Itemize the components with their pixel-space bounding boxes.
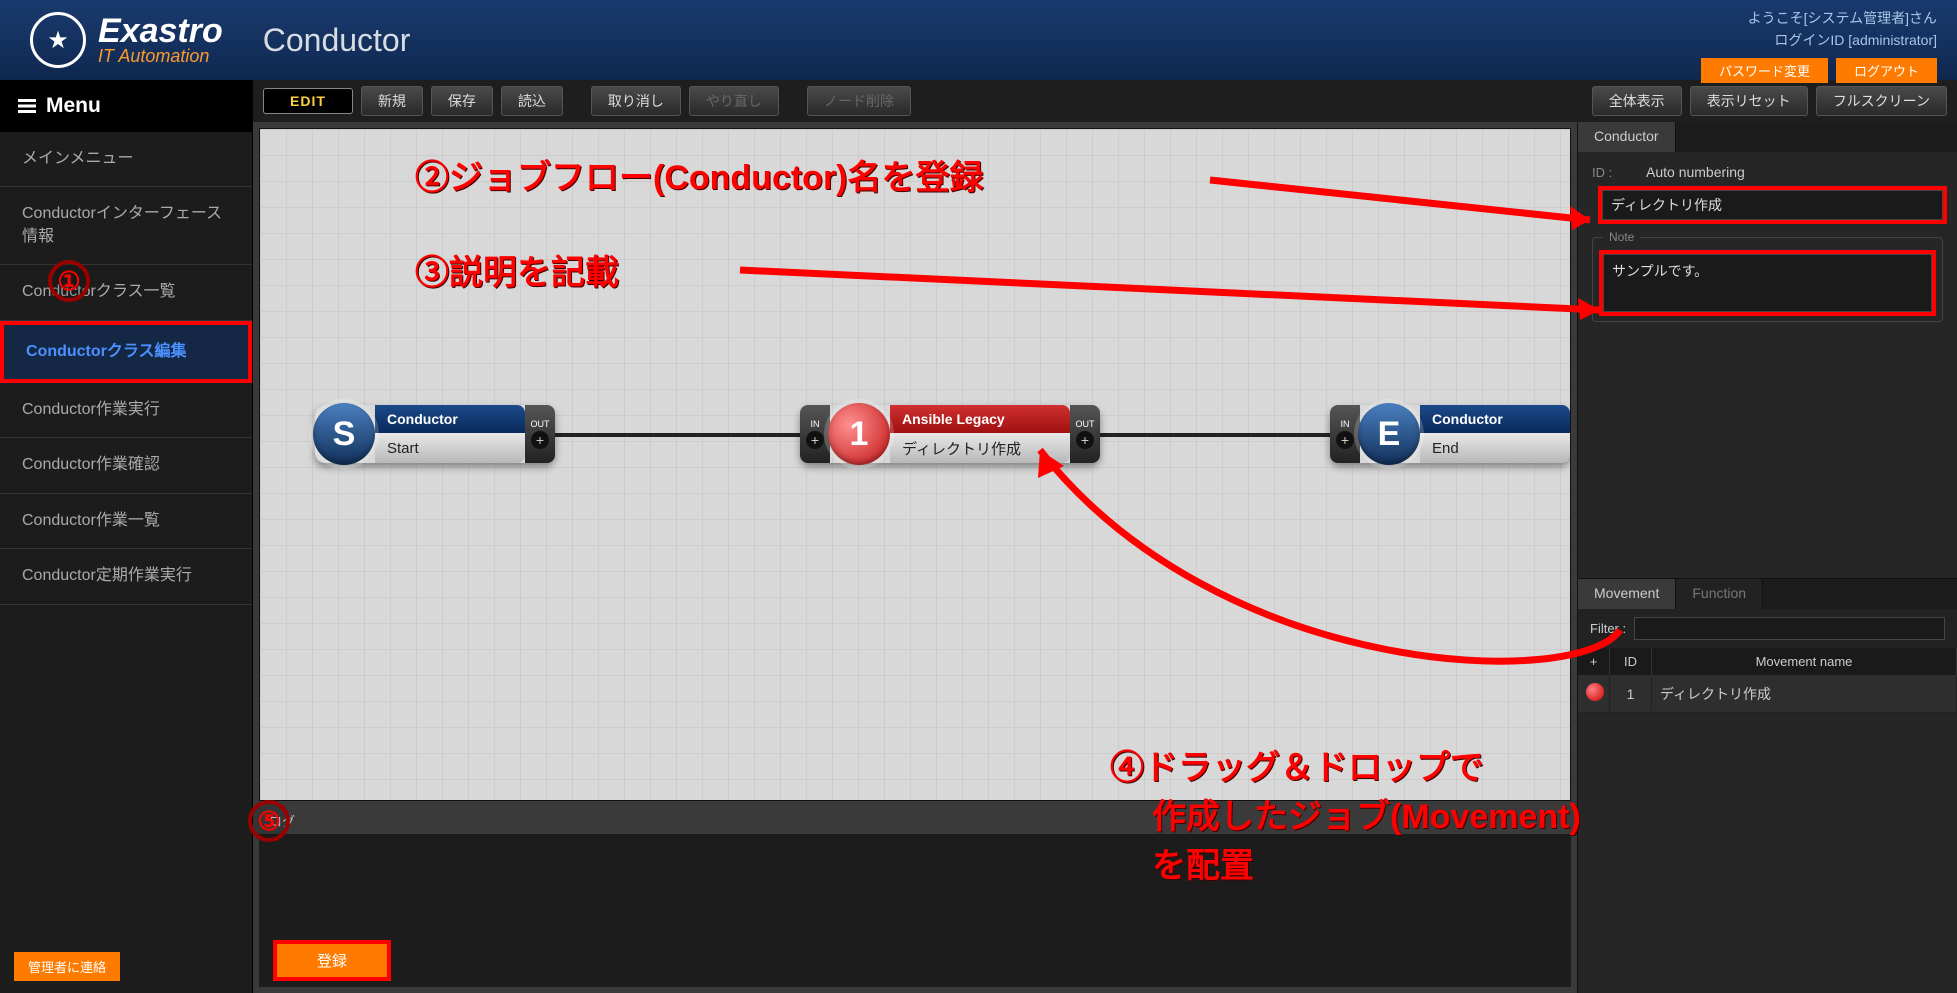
tab-conductor[interactable]: Conductor (1578, 122, 1676, 152)
sidebar-bottom: 管理者に連絡 (14, 952, 120, 981)
col-plus: + (1578, 648, 1610, 675)
sidebar-item-confirm[interactable]: Conductor作業確認 (0, 438, 252, 493)
sidebar-item-class-edit[interactable]: Conductorクラス編集 (0, 321, 252, 383)
undo-button[interactable]: 取り消し (591, 86, 681, 116)
content: EDIT 新規 保存 読込 取り消し やり直し ノード削除 全体表示 表示リセッ… (253, 80, 1957, 993)
header-right: ようこそ[システム管理者]さん ログインID [administrator] パ… (1701, 8, 1937, 83)
node-end-circle: E (1358, 403, 1420, 465)
node-start[interactable]: S Conductor Start OUT + (315, 405, 555, 463)
logout-button[interactable]: ログアウト (1836, 58, 1937, 83)
redo-button[interactable]: やり直し (689, 86, 779, 116)
node-movement-sub: ディレクトリ作成 (890, 433, 1070, 463)
node-movement-title: Ansible Legacy (890, 405, 1070, 433)
movement-type-icon (1586, 683, 1604, 701)
sidebar-item-class-list[interactable]: Conductorクラス一覧 (0, 265, 252, 320)
col-name: Movement name (1652, 648, 1957, 675)
login-id-text: ログインID [administrator] (1701, 30, 1937, 50)
wire-2 (1070, 433, 1340, 437)
editor-row: S Conductor Start OUT + (253, 122, 1957, 993)
app-root: ★ Exastro IT Automation Conductor ようこそ[シ… (0, 0, 1957, 993)
filter-label: Filter : (1590, 621, 1626, 636)
logo-icon: ★ (30, 12, 86, 68)
plus-icon: + (806, 431, 824, 449)
plus-icon: + (1076, 431, 1094, 449)
delete-node-button[interactable]: ノード削除 (807, 86, 911, 116)
edit-mode-button[interactable]: EDIT (263, 88, 353, 114)
logo-area: ★ Exastro IT Automation (30, 12, 223, 68)
save-button[interactable]: 保存 (431, 86, 493, 116)
tab-function[interactable]: Function (1676, 579, 1763, 609)
canvas[interactable]: S Conductor Start OUT + (259, 128, 1571, 801)
change-password-button[interactable]: パスワード変更 (1701, 58, 1828, 83)
id-value: Auto numbering (1646, 164, 1745, 180)
right-panel: Conductor ID : Auto numbering Note (1577, 122, 1957, 993)
movement-name: ディレクトリ作成 (1652, 676, 1957, 712)
id-label: ID : (1592, 165, 1636, 180)
node-end-title: Conductor (1420, 405, 1570, 433)
wire-1 (530, 433, 810, 437)
sidebar-item-job-list[interactable]: Conductor作業一覧 (0, 494, 252, 549)
app-header: ★ Exastro IT Automation Conductor ようこそ[シ… (0, 0, 1957, 80)
port-out[interactable]: OUT + (525, 405, 555, 463)
menu-header[interactable]: Menu (0, 80, 252, 132)
node-start-circle: S (313, 403, 375, 465)
fullscreen-button[interactable]: フルスクリーン (1816, 86, 1947, 116)
menu-label: Menu (46, 94, 101, 118)
col-id: ID (1610, 648, 1652, 675)
menu-burger-icon (18, 99, 36, 113)
app-title: Conductor (263, 22, 411, 59)
sidebar-item-periodic[interactable]: Conductor定期作業実行 (0, 549, 252, 604)
sidebar: Menu メインメニュー Conductorインターフェース情報 Conduct… (0, 80, 253, 993)
filter-input[interactable] (1634, 617, 1945, 640)
toolbar: EDIT 新規 保存 読込 取り消し やり直し ノード削除 全体表示 表示リセッ… (253, 80, 1957, 122)
movement-row[interactable]: 1 ディレクトリ作成 (1578, 675, 1957, 713)
plus-icon: + (1336, 431, 1354, 449)
load-button[interactable]: 読込 (501, 86, 563, 116)
reset-view-button[interactable]: 表示リセット (1690, 86, 1808, 116)
node-start-sub: Start (375, 433, 525, 463)
note-textarea[interactable] (1603, 254, 1932, 312)
movement-id: 1 (1610, 678, 1652, 710)
movement-blank (1578, 713, 1957, 993)
logo-text: Exastro IT Automation (98, 13, 223, 66)
sidebar-item-exec[interactable]: Conductor作業実行 (0, 383, 252, 438)
node-movement[interactable]: IN + 1 Ansible Legacy ディレクトリ作成 OUT + (800, 405, 1100, 463)
port-out[interactable]: OUT + (1070, 405, 1100, 463)
register-button[interactable]: 登録 (277, 944, 387, 977)
sidebar-item-interface[interactable]: Conductorインターフェース情報 (0, 187, 252, 265)
plus-icon: + (531, 431, 549, 449)
port-in[interactable]: IN + (1330, 405, 1360, 463)
node-end[interactable]: IN + E Conductor End (1330, 405, 1570, 463)
canvas-wrap: S Conductor Start OUT + (253, 122, 1577, 993)
log-header: ログ (259, 807, 1571, 834)
movement-header: + ID Movement name (1578, 648, 1957, 675)
node-end-sub: End (1420, 433, 1570, 463)
main-row: Menu メインメニュー Conductorインターフェース情報 Conduct… (0, 80, 1957, 993)
log-panel: ログ 登録 (259, 807, 1571, 987)
sidebar-item-main[interactable]: メインメニュー (0, 132, 252, 187)
note-legend: Note (1603, 230, 1640, 244)
node-movement-circle: 1 (828, 403, 890, 465)
welcome-text: ようこそ[システム管理者]さん (1701, 8, 1937, 28)
logo-sub: IT Automation (98, 47, 223, 67)
contact-admin-button[interactable]: 管理者に連絡 (14, 952, 120, 981)
new-button[interactable]: 新規 (361, 86, 423, 116)
fit-all-button[interactable]: 全体表示 (1592, 86, 1682, 116)
node-start-title: Conductor (375, 405, 525, 433)
tab-movement[interactable]: Movement (1578, 579, 1676, 609)
conductor-name-input[interactable] (1602, 190, 1943, 220)
port-in[interactable]: IN + (800, 405, 830, 463)
